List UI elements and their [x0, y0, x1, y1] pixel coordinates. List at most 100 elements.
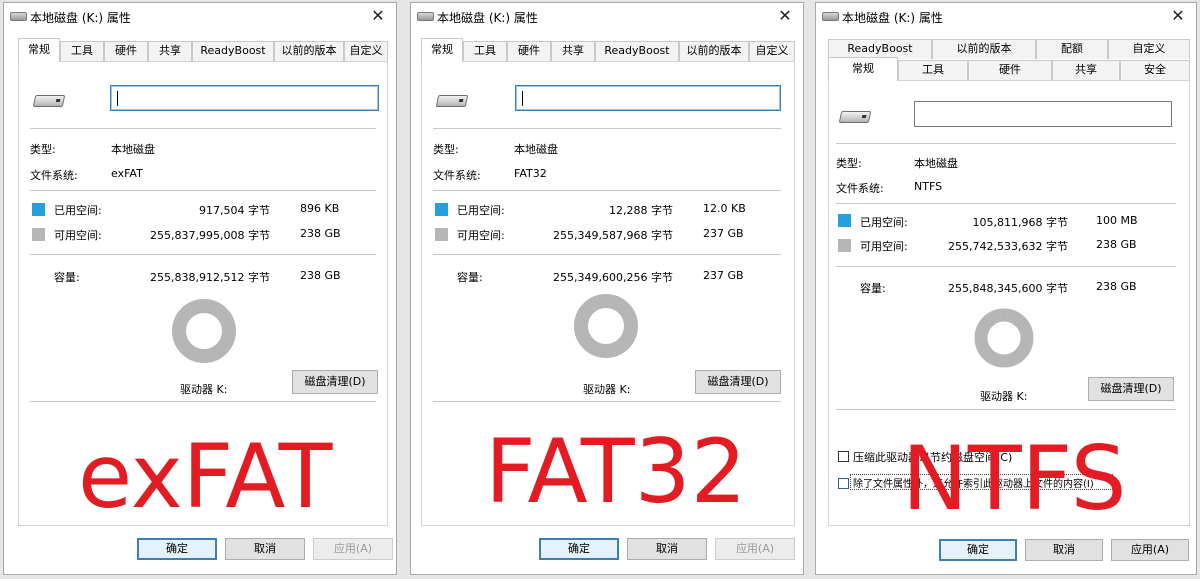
tab-general[interactable]: 常规: [421, 38, 463, 62]
cancel-button[interactable]: 取消: [1025, 539, 1103, 561]
used-space-swatch: [32, 203, 45, 216]
tab-customize[interactable]: 自定义: [1108, 39, 1190, 59]
disk-usage-ring: [172, 299, 236, 363]
free-space-label: 可用空间:: [457, 229, 505, 242]
close-button[interactable]: ✕: [368, 6, 388, 26]
apply-button[interactable]: 应用(A): [313, 538, 393, 560]
tab-hardware[interactable]: 硬件: [968, 60, 1052, 80]
filesystem-label: 文件系统:: [433, 169, 481, 182]
divider: [30, 190, 376, 191]
tab-hardware[interactable]: 硬件: [507, 41, 551, 61]
used-space-label: 已用空间:: [54, 204, 102, 217]
window-title: 本地磁盘 (K:) 属性: [437, 11, 538, 25]
properties-dialog-exfat: 本地磁盘 (K:) 属性 ✕ 常规 工具 硬件 共享 ReadyBoost 以前…: [3, 2, 397, 575]
capacity-size: 237 GB: [703, 269, 744, 282]
type-value: 本地磁盘: [111, 143, 155, 156]
tab-readyboost[interactable]: ReadyBoost: [595, 41, 679, 61]
cancel-button[interactable]: 取消: [627, 538, 707, 560]
text-caret: [117, 91, 118, 106]
tab-sharing[interactable]: 共享: [1052, 60, 1120, 80]
capacity-label: 容量:: [457, 271, 483, 284]
window-title: 本地磁盘 (K:) 属性: [30, 11, 131, 25]
capacity-label: 容量:: [860, 282, 886, 295]
disk-cleanup-button[interactable]: 磁盘清理(D): [1088, 377, 1174, 401]
tab-general[interactable]: 常规: [18, 38, 60, 62]
drive-icon: [32, 95, 66, 107]
capacity-bytes: 255,349,600,256 字节: [553, 271, 673, 284]
tab-strip: 常规 工具 硬件 共享 ReadyBoost 以前的版本 自定义: [18, 38, 388, 62]
type-label: 类型:: [30, 143, 56, 156]
drive-letter-label: 驱动器 K:: [180, 383, 228, 396]
drive-icon: [10, 12, 27, 21]
type-value: 本地磁盘: [914, 157, 958, 170]
disk-cleanup-button[interactable]: 磁盘清理(D): [695, 370, 781, 394]
divider: [433, 190, 781, 191]
divider: [836, 409, 1176, 410]
used-space-size: 896 KB: [300, 202, 340, 215]
index-contents-checkbox[interactable]: [838, 478, 849, 489]
ok-button[interactable]: 确定: [539, 538, 619, 560]
compress-drive-checkbox[interactable]: [838, 451, 849, 462]
close-button[interactable]: ✕: [775, 6, 795, 26]
divider: [836, 266, 1176, 267]
free-space-label: 可用空间:: [54, 229, 102, 242]
volume-name-input[interactable]: [110, 85, 379, 111]
cancel-button[interactable]: 取消: [225, 538, 305, 560]
tab-sharing[interactable]: 共享: [148, 41, 192, 61]
window-title: 本地磁盘 (K:) 属性: [842, 11, 943, 25]
tab-previous-versions[interactable]: 以前的版本: [679, 41, 749, 61]
divider: [30, 128, 376, 129]
tab-quota[interactable]: 配额: [1036, 39, 1108, 59]
apply-button[interactable]: 应用(A): [715, 538, 795, 560]
disk-usage-ring: [974, 308, 1034, 368]
title-bar: 本地磁盘 (K:) 属性 ✕: [4, 3, 396, 31]
volume-name-input[interactable]: [914, 101, 1172, 127]
divider: [30, 401, 376, 402]
free-space-arc: [974, 308, 1034, 368]
tab-strip: 常规 工具 硬件 共享 ReadyBoost 以前的版本 自定义: [421, 38, 795, 62]
free-space-bytes: 255,742,533,632 字节: [948, 240, 1068, 253]
ok-button[interactable]: 确定: [137, 538, 217, 560]
volume-name-input[interactable]: [515, 85, 781, 111]
tab-readyboost[interactable]: ReadyBoost: [828, 39, 932, 59]
capacity-label: 容量:: [54, 271, 80, 284]
tab-general[interactable]: 常规: [828, 57, 898, 81]
tab-sharing[interactable]: 共享: [551, 41, 595, 61]
used-space-label: 已用空间:: [457, 204, 505, 217]
tab-security[interactable]: 安全: [1120, 60, 1190, 80]
filesystem-value: FAT32: [514, 167, 547, 180]
drive-icon: [435, 95, 469, 107]
disk-cleanup-button[interactable]: 磁盘清理(D): [292, 370, 378, 394]
free-space-arc: [172, 299, 236, 363]
apply-button[interactable]: 应用(A): [1111, 539, 1189, 561]
drive-letter-label: 驱动器 K:: [980, 390, 1028, 403]
drive-icon: [838, 111, 872, 123]
tab-customize[interactable]: 自定义: [344, 41, 388, 61]
drive-letter-label: 驱动器 K:: [583, 383, 631, 396]
tab-previous-versions[interactable]: 以前的版本: [274, 41, 344, 61]
tab-customize[interactable]: 自定义: [749, 41, 795, 61]
tab-previous-versions[interactable]: 以前的版本: [932, 39, 1036, 59]
free-space-size: 237 GB: [703, 227, 744, 240]
close-button[interactable]: ✕: [1168, 6, 1188, 26]
title-bar: 本地磁盘 (K:) 属性 ✕: [816, 3, 1196, 31]
filesystem-overlay-label: NTFS: [902, 427, 1127, 530]
free-space-swatch: [435, 228, 448, 241]
tab-strip-top-row: ReadyBoost 以前的版本 配额 自定义: [828, 39, 1190, 59]
tab-tools[interactable]: 工具: [60, 41, 104, 61]
used-space-swatch: [435, 203, 448, 216]
tab-tools[interactable]: 工具: [898, 60, 968, 80]
filesystem-overlay-label: FAT32: [485, 420, 747, 523]
free-space-size: 238 GB: [1096, 238, 1137, 251]
capacity-bytes: 255,838,912,512 字节: [150, 271, 270, 284]
ok-button[interactable]: 确定: [939, 539, 1017, 561]
filesystem-overlay-label: exFAT: [78, 425, 333, 528]
tab-readyboost[interactable]: ReadyBoost: [192, 41, 274, 61]
free-space-swatch: [838, 239, 851, 252]
type-label: 类型:: [433, 143, 459, 156]
free-space-bytes: 255,837,995,008 字节: [150, 229, 270, 242]
tab-tools[interactable]: 工具: [463, 41, 507, 61]
tab-hardware[interactable]: 硬件: [104, 41, 148, 61]
capacity-size: 238 GB: [300, 269, 341, 282]
text-caret: [522, 91, 523, 106]
